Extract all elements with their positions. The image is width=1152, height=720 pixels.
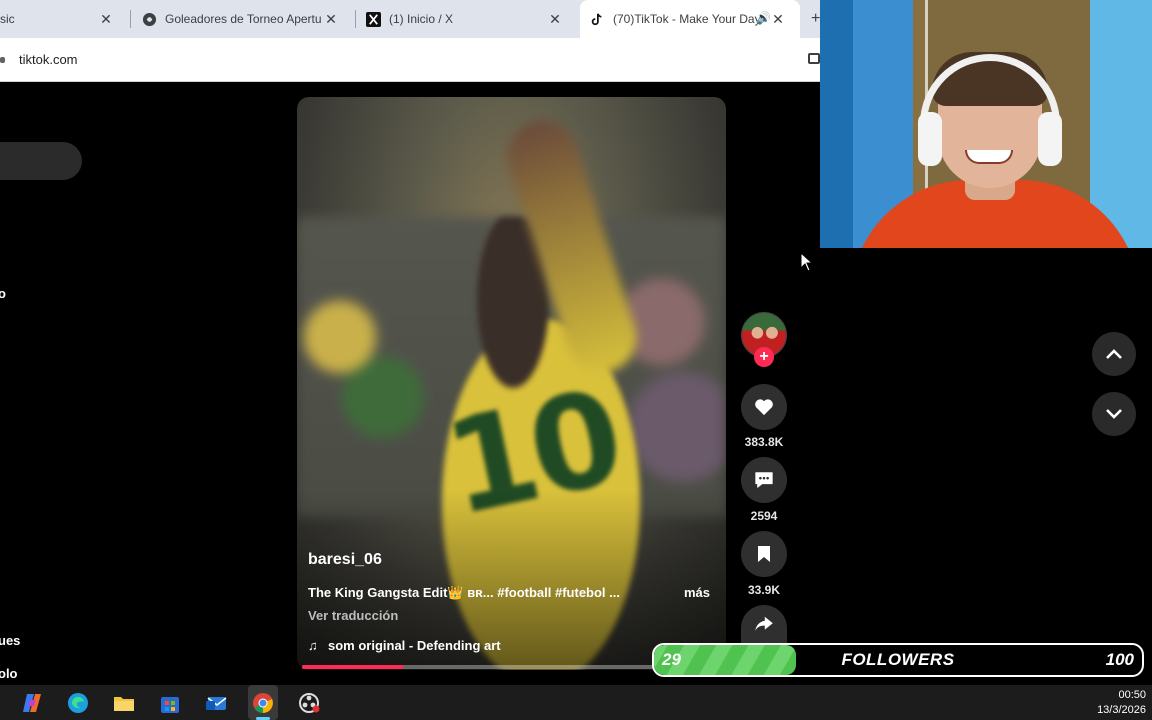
url-text[interactable]: tiktok.com [19,52,78,67]
translate-link[interactable]: Ver traducción [308,608,398,623]
x-logo-icon [365,11,381,27]
previous-video-button[interactable] [1092,332,1136,376]
tab-title: Goleadores de Torneo Apertura [165,12,321,26]
close-icon[interactable]: ✕ [323,11,339,27]
close-icon[interactable]: ✕ [98,11,114,27]
obs-icon[interactable] [295,689,323,717]
save-count: 33.9K [747,583,781,597]
followers-label: FOLLOWERS [841,650,955,669]
video-progress-fill [302,665,403,669]
tab-x-home[interactable]: (1) Inicio / X ✕ [365,0,577,38]
comment-count: 2594 [750,509,778,523]
close-icon[interactable]: ✕ [547,11,563,27]
new-tab-icon[interactable]: + [811,10,820,28]
windows-taskbar: 00:50 13/3/2026 [0,685,1152,720]
followers-target: 100 [1105,650,1134,669]
site-info-icon[interactable] [0,57,5,63]
sidebar-item-fragment[interactable]: olo [0,666,18,681]
comment-icon [755,472,773,488]
file-explorer-icon[interactable] [110,689,138,717]
like-count: 383.8K [744,435,784,449]
chevron-down-icon [1106,409,1122,419]
copilot-icon[interactable] [18,689,46,717]
chevron-up-icon [1106,349,1122,359]
save-button[interactable] [741,531,787,577]
sidebar-search[interactable] [0,142,82,180]
mail-icon[interactable] [202,689,230,717]
tab-tiktok[interactable]: (70)TikTok - Make Your Day 🔊 ✕ [580,0,800,38]
address-bar[interactable]: tiktok.com [0,38,820,82]
follow-plus-icon[interactable]: + [754,347,774,367]
system-clock[interactable]: 00:50 13/3/2026 [1097,688,1146,718]
sidebar-item-fragment[interactable]: o [0,286,6,301]
video-username[interactable]: baresi_06 [308,551,382,569]
edge-icon[interactable] [64,689,92,717]
webcam-overlay [820,0,1152,248]
bookmark-icon [758,546,770,562]
tiktok-icon [589,11,605,27]
music-link[interactable]: ♫ som original - Defending art [308,638,501,653]
like-button[interactable] [741,384,787,430]
video-progress-bar[interactable] [302,665,662,669]
tab-title: sic [0,12,15,26]
sidebar-item-fragment[interactable]: ues [0,633,20,648]
share-button[interactable] [741,605,787,643]
music-title: som original - Defending art [328,638,501,653]
browser-tab-strip: sic ✕ Goleadores de Torneo Apertura ✕ (1… [0,0,820,38]
clock-time: 00:50 [1118,689,1146,701]
tab-goleadores[interactable]: Goleadores de Torneo Apertura ✕ [141,0,353,38]
globe-icon [141,11,157,27]
comment-button[interactable] [741,457,787,503]
mouse-cursor-icon [800,252,814,272]
heart-icon [755,399,773,416]
cast-icon[interactable] [808,53,820,64]
video-description: The King Gangsta Edit👑 ʙʀ... #football #… [308,585,620,600]
speaker-icon[interactable]: 🔊 [756,11,771,25]
music-note-icon: ♫ [308,638,318,653]
share-icon [755,616,773,632]
store-icon[interactable] [156,689,184,717]
tab-title: (1) Inicio / X [389,12,454,26]
followers-goal-bar: 29 FOLLOWERS 100 [652,643,1144,677]
tab-title: (70)TikTok - Make Your Day [613,12,761,26]
more-link[interactable]: más [684,585,710,600]
tab-music[interactable]: sic ✕ [0,0,128,38]
next-video-button[interactable] [1092,392,1136,436]
close-icon[interactable]: ✕ [770,11,786,27]
clock-date: 13/3/2026 [1097,704,1146,716]
chrome-icon[interactable] [249,689,277,717]
